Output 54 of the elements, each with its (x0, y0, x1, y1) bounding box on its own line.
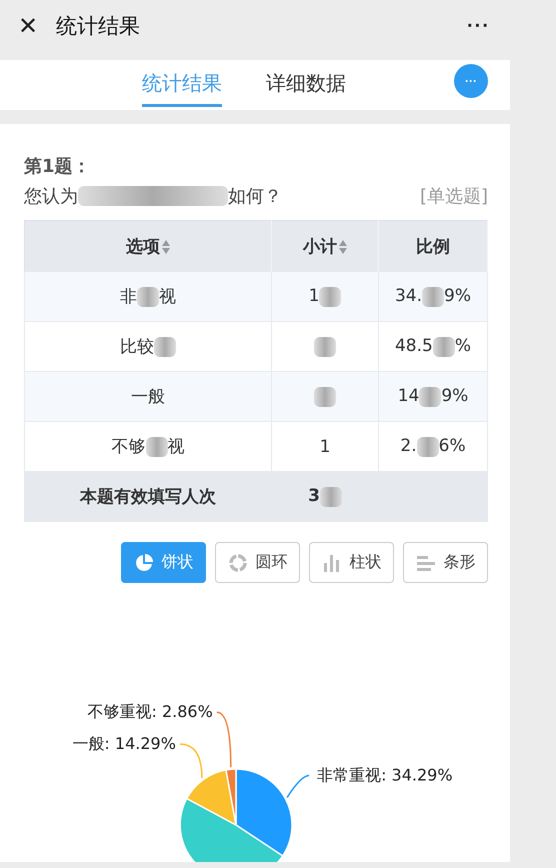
table-cell: 1 (308, 286, 320, 306)
slice-label: 非常重视: 34.29% (317, 766, 453, 785)
blurred-text (416, 436, 439, 457)
chart-type-button[interactable]: 圆环 (215, 542, 300, 583)
table-cell: 2. (400, 436, 417, 456)
table-cell: 1 (320, 436, 330, 456)
ring-chart-icon (228, 552, 248, 572)
blurred-text (146, 437, 168, 458)
page-title: 统计结果 (56, 13, 141, 40)
table-cell: 视 (159, 287, 176, 307)
table-cell: 3 (308, 486, 320, 506)
question-type: [单选题] (420, 185, 488, 208)
table-cell: % (454, 336, 471, 356)
slice-label: 一般: 14.29% (72, 734, 176, 754)
table-cell: 不够 (112, 437, 146, 457)
table-cell: 9% (444, 286, 472, 306)
blurred-text (432, 336, 455, 357)
leader-line (216, 711, 232, 768)
leader-line (286, 774, 310, 798)
pie-chart-icon (134, 552, 154, 572)
chart-type-button[interactable]: 柱状 (309, 542, 394, 583)
table-cell: 一般 (131, 387, 165, 407)
more-button[interactable]: ··· (461, 14, 496, 38)
slice-label: 不够重视: 2.86% (87, 702, 213, 722)
table-cell: 14 (398, 386, 420, 406)
table-cell: 视 (168, 437, 184, 457)
column-chart-icon (322, 552, 342, 572)
leader-line (180, 743, 203, 778)
blurred-text (154, 337, 176, 358)
table-cell: 非 (120, 287, 137, 307)
table-cell: 48.5 (394, 336, 433, 356)
blurred-text (137, 287, 159, 308)
blurred-text (319, 286, 342, 307)
chart-type-button[interactable]: 条形 (403, 542, 488, 583)
sort-icon[interactable] (162, 240, 170, 254)
blurred-text (314, 386, 336, 407)
blurred-text (419, 386, 442, 407)
sort-icon[interactable] (339, 240, 347, 254)
total-label: 本题有效填写人次 (80, 487, 216, 507)
question-number: 第1题： (24, 155, 92, 178)
column-header[interactable]: 选项 (24, 220, 272, 272)
column-header: 比例 (378, 220, 488, 272)
blurred-text (422, 286, 444, 307)
table-cell: 6% (438, 436, 466, 456)
tab[interactable]: 详细数据 (266, 60, 346, 107)
blurred-text (314, 336, 336, 357)
question-text: 如何？ (228, 185, 282, 208)
table-cell: 34. (394, 286, 422, 306)
column-header[interactable]: 小计 (272, 220, 378, 272)
question-text: 您认为 (24, 185, 78, 208)
close-button[interactable]: ✕ (14, 12, 42, 40)
table-cell: 9% (441, 386, 468, 406)
blurred-text (320, 486, 342, 507)
table-cell: 比较 (120, 337, 154, 357)
